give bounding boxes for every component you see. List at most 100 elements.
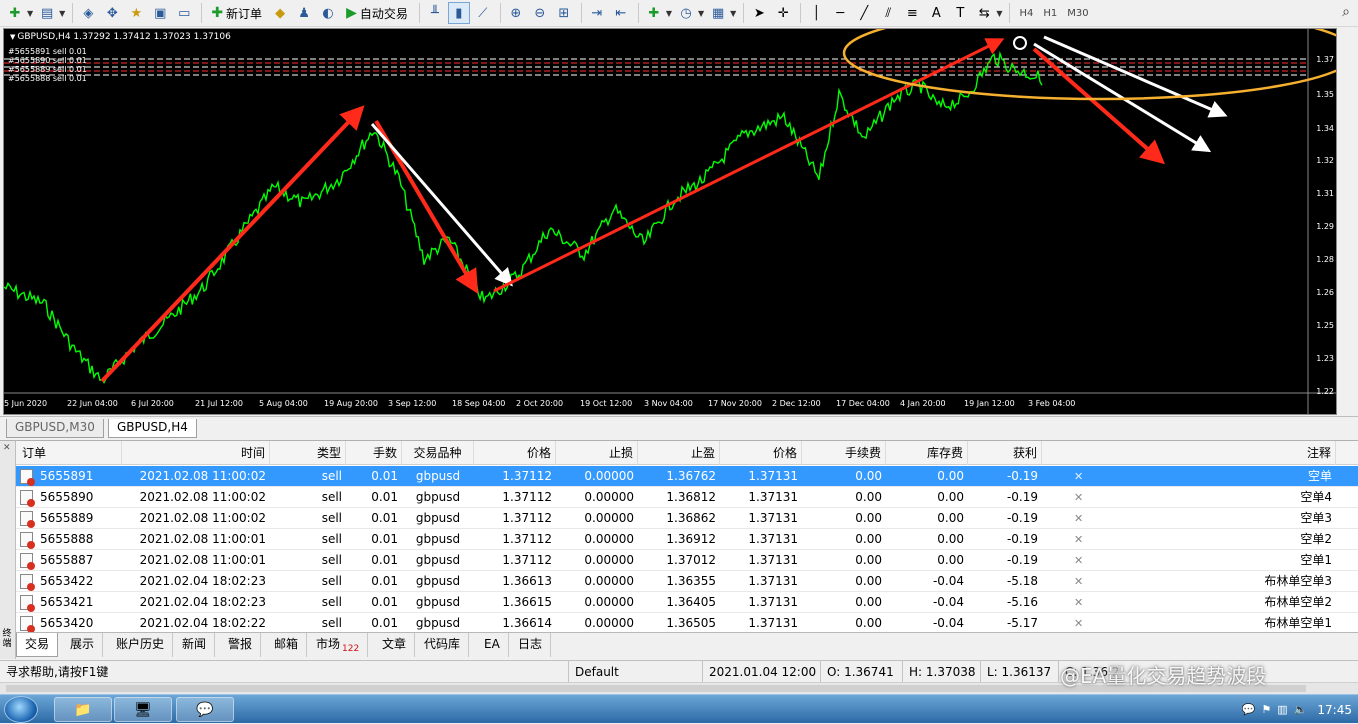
close-order-icon[interactable]: ✕: [1074, 550, 1083, 571]
templates-dropdown-icon[interactable]: ▼: [729, 2, 737, 24]
text-label-icon[interactable]: T: [949, 2, 971, 24]
terminal-tab[interactable]: 代码库: [416, 633, 470, 657]
indicators-icon[interactable]: ✚: [643, 2, 665, 24]
zoom-out-icon[interactable]: ⊖: [529, 2, 551, 24]
fibonacci-icon[interactable]: ≡: [901, 2, 923, 24]
chart-collapse-triangle-icon[interactable]: ▼: [10, 33, 15, 41]
terminal-tab[interactable]: 展示: [62, 633, 104, 657]
arrows-tool-icon[interactable]: ⇆: [973, 2, 995, 24]
table-row[interactable]: 5655889 2021.02.08 11:00:02 sell 0.01 gbpusd…: [16, 508, 1358, 529]
terminal-tab[interactable]: 新闻: [174, 633, 216, 657]
close-order-icon[interactable]: ✕: [1074, 592, 1083, 613]
chart-tab-gbpusd-m30[interactable]: GBPUSD,M30: [6, 419, 104, 438]
autoscroll-icon[interactable]: ⇥: [586, 2, 608, 24]
tray-wechat-icon[interactable]: 💬: [1242, 703, 1256, 716]
tray-network-icon[interactable]: ▥: [1277, 703, 1287, 716]
line-chart-icon[interactable]: ⟋: [472, 2, 494, 24]
table-row[interactable]: 5655887 2021.02.08 11:00:01 sell 0.01 gbpusd…: [16, 550, 1358, 571]
column-header-price[interactable]: 价格: [474, 441, 556, 465]
table-row[interactable]: 5655890 2021.02.08 11:00:02 sell 0.01 gbpusd…: [16, 487, 1358, 508]
terminal-tab[interactable]: 账户历史: [108, 633, 174, 657]
navigator-icon[interactable]: ✥: [101, 2, 123, 24]
column-header-symbol[interactable]: 交易品种: [402, 441, 474, 465]
column-header-cur[interactable]: 价格: [720, 441, 802, 465]
new-chart-dropdown-icon[interactable]: ▼: [26, 2, 34, 24]
equidistant-channel-icon[interactable]: ⫽: [877, 2, 899, 24]
timeframe-h4[interactable]: H4: [1014, 8, 1038, 19]
terminal-tab[interactable]: 交易: [16, 633, 59, 657]
market-watch-icon[interactable]: ◈: [77, 2, 99, 24]
price-chart[interactable]: ▼ GBPUSD,H4 1.37292 1.37412 1.37023 1.371…: [3, 28, 1337, 415]
trading-terminal-icon[interactable]: 🖥: [114, 697, 172, 722]
close-order-icon[interactable]: ✕: [1074, 613, 1083, 634]
close-order-icon[interactable]: ✕: [1074, 529, 1083, 550]
chart-tab-gbpusd-h4[interactable]: GBPUSD,H4: [108, 419, 197, 438]
new-order-button[interactable]: ✚ 新订单: [206, 2, 267, 24]
column-header-swap[interactable]: 库存费: [886, 441, 968, 465]
tray-volume-icon[interactable]: 🔈: [1294, 703, 1308, 716]
terminal-window-icon[interactable]: ▭: [173, 2, 195, 24]
status-low: L: 1.36137: [980, 661, 1051, 683]
terminal-tab[interactable]: 邮箱: [266, 633, 308, 657]
wechat-icon[interactable]: 💬: [176, 697, 234, 722]
search-icon[interactable]: ⌕: [1342, 4, 1350, 20]
column-header-lots[interactable]: 手数: [346, 441, 402, 465]
close-order-icon[interactable]: ✕: [1074, 487, 1083, 508]
templates-icon[interactable]: ▦: [707, 2, 729, 24]
terminal-tab[interactable]: EA: [476, 633, 509, 657]
column-header-fee[interactable]: 手续费: [802, 441, 886, 465]
text-tool-icon[interactable]: A: [925, 2, 947, 24]
periods-clock-icon[interactable]: ◷: [675, 2, 697, 24]
indicators-dropdown-icon[interactable]: ▼: [665, 2, 673, 24]
table-row[interactable]: 5653420 2021.02.04 18:02:22 sell 0.01 gbpusd…: [16, 613, 1358, 634]
arrows-dropdown-icon[interactable]: ▼: [995, 2, 1003, 24]
periods-dropdown-icon[interactable]: ▼: [697, 2, 705, 24]
time-tick-label: 17 Dec 04:00: [836, 399, 890, 408]
close-icon[interactable]: ✕: [3, 443, 11, 453]
close-order-icon[interactable]: ✕: [1074, 466, 1083, 487]
column-header-order[interactable]: 订单: [16, 441, 122, 465]
sell-order-icon: [20, 469, 35, 486]
column-header-type[interactable]: 类型: [270, 441, 346, 465]
crosshair-icon[interactable]: ✛: [772, 2, 794, 24]
auto-trading-button[interactable]: ▶ 自动交易: [341, 2, 413, 24]
tray-flag-icon[interactable]: ⚑: [1261, 703, 1271, 716]
terminal-tab[interactable]: 警报: [220, 633, 262, 657]
metaeditor-icon[interactable]: ◆: [269, 2, 291, 24]
file-explorer-icon[interactable]: 📁: [54, 697, 112, 722]
terminal-tab[interactable]: 市场 122: [308, 633, 369, 657]
profiles-icon[interactable]: ▤: [36, 2, 58, 24]
tile-windows-icon[interactable]: ⊞: [553, 2, 575, 24]
table-row[interactable]: 5653422 2021.02.04 18:02:23 sell 0.01 gbpusd…: [16, 571, 1358, 592]
timeframe-m30[interactable]: M30: [1062, 8, 1093, 19]
close-order-icon[interactable]: ✕: [1074, 508, 1083, 529]
close-order-icon[interactable]: ✕: [1074, 571, 1083, 592]
table-row[interactable]: 5653421 2021.02.04 18:02:23 sell 0.01 gbpusd…: [16, 592, 1358, 613]
column-header-comment[interactable]: 注释: [1090, 441, 1336, 465]
zoom-in-icon[interactable]: ⊕: [505, 2, 527, 24]
cursor-arrow-icon[interactable]: ➤: [748, 2, 770, 24]
profiles-dropdown-icon[interactable]: ▼: [58, 2, 66, 24]
new-chart-icon[interactable]: ✚: [4, 2, 26, 24]
terminal-tab[interactable]: 日志: [510, 633, 552, 657]
data-window-icon[interactable]: ▣: [149, 2, 171, 24]
favorites-star-icon[interactable]: ★: [125, 2, 147, 24]
bar-chart-icon[interactable]: ╨: [424, 2, 446, 24]
strategy-tester-icon[interactable]: ◐: [317, 2, 339, 24]
cell-lots: 0.01: [371, 511, 398, 525]
column-header-time[interactable]: 时间: [122, 441, 270, 465]
start-button[interactable]: [4, 696, 38, 723]
taskbar-clock[interactable]: 17:45: [1317, 704, 1352, 716]
column-header-profit[interactable]: 获利: [968, 441, 1042, 465]
terminal-tab[interactable]: 文章: [374, 633, 416, 657]
signals-icon[interactable]: ♟: [293, 2, 315, 24]
candlestick-chart-icon[interactable]: ▮: [447, 2, 470, 24]
vertical-line-icon[interactable]: │: [805, 2, 827, 24]
trend-line-icon[interactable]: ╱: [853, 2, 875, 24]
column-header-tp[interactable]: 止盈: [638, 441, 720, 465]
timeframe-h1[interactable]: H1: [1038, 8, 1062, 19]
table-row[interactable]: 5655891 2021.02.08 11:00:02 sell 0.01 gbpusd…: [16, 466, 1358, 487]
horizontal-line-icon[interactable]: ─: [829, 2, 851, 24]
table-row[interactable]: 5655888 2021.02.08 11:00:01 sell 0.01 gbpusd…: [16, 529, 1358, 550]
chart-shift-icon[interactable]: ⇤: [610, 2, 632, 24]
